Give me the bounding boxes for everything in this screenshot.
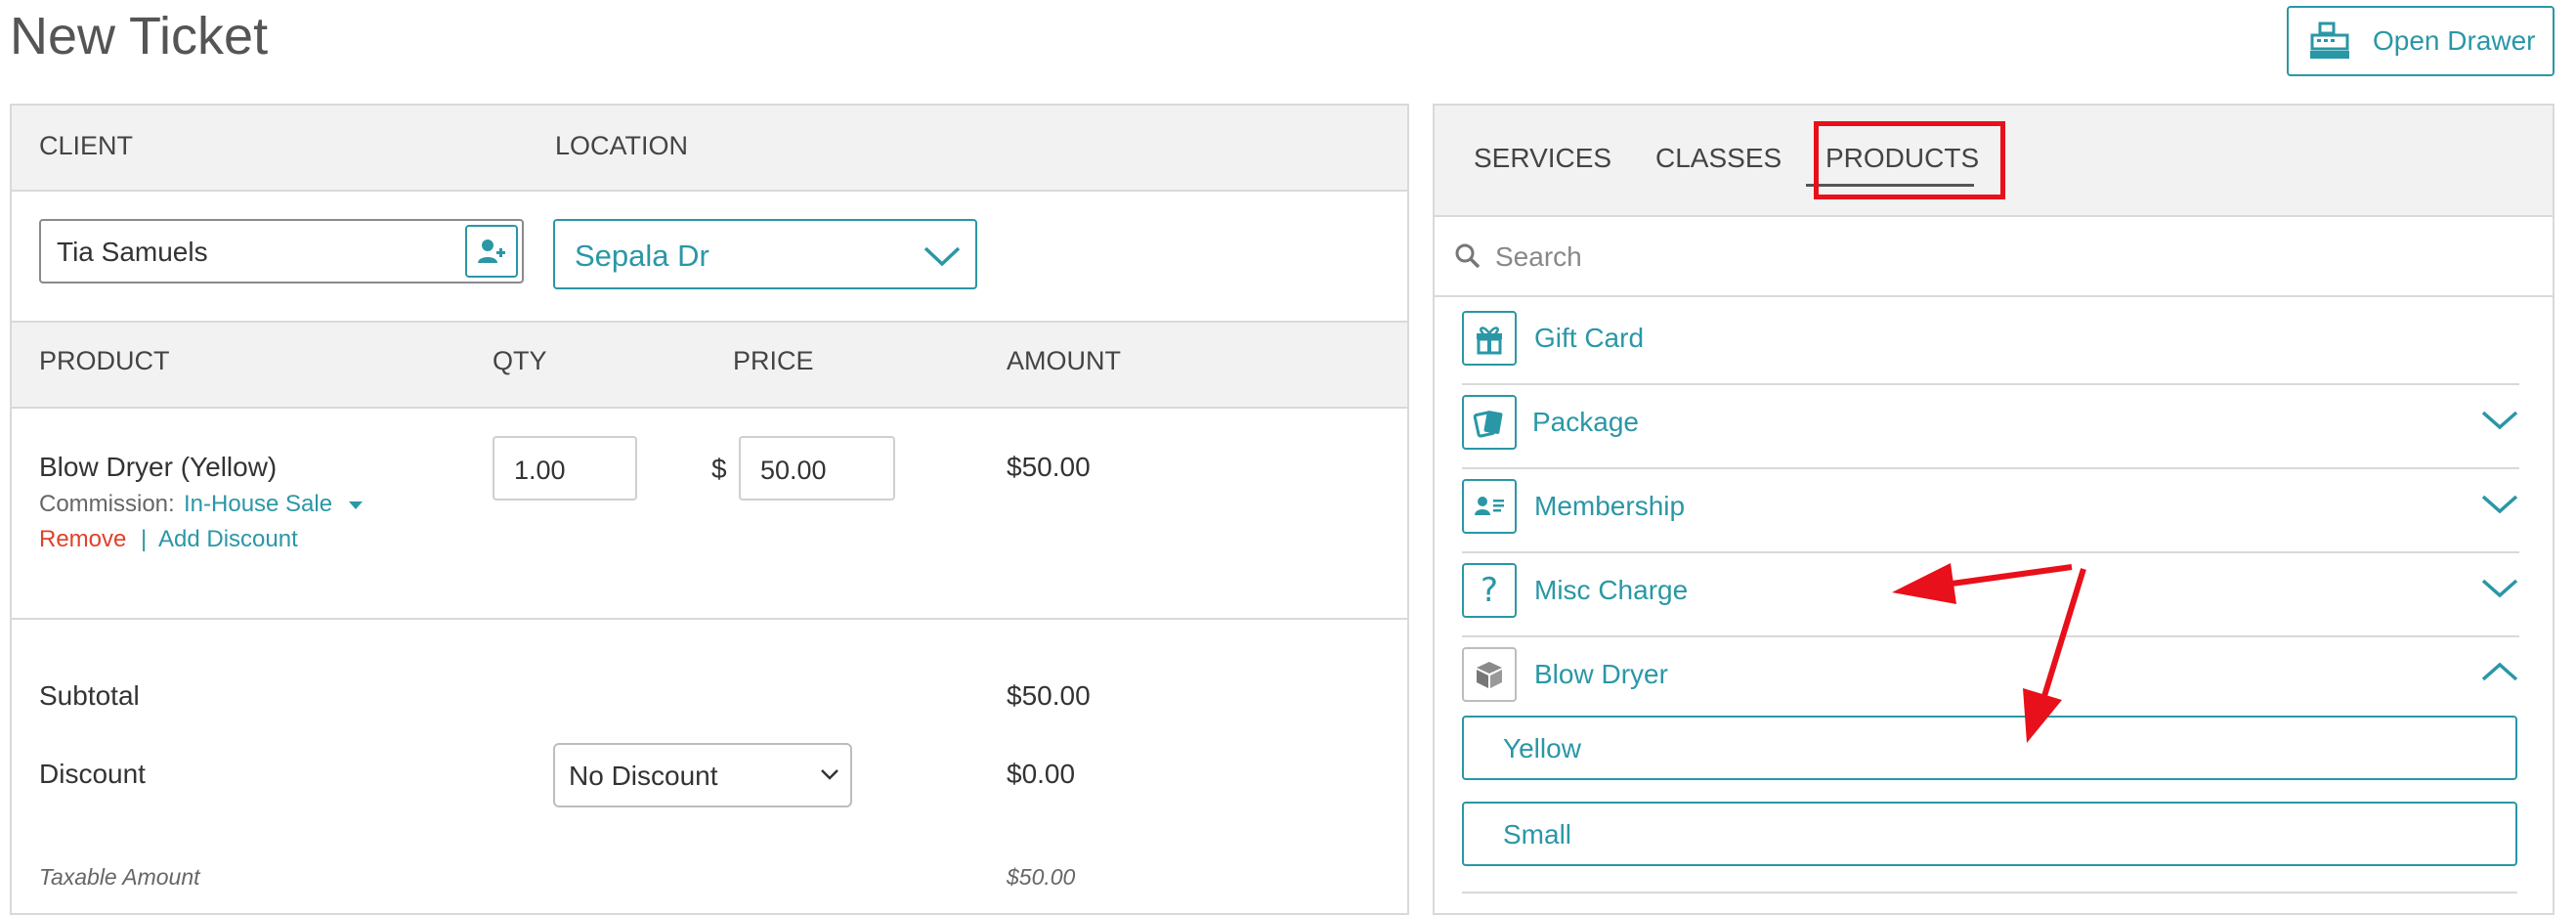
- question-mark-icon: ?: [1462, 563, 1517, 618]
- category-membership[interactable]: Membership: [1462, 467, 2519, 553]
- location-header: LOCATION: [555, 131, 689, 160]
- variant-label: Small: [1503, 819, 1572, 850]
- qty-input[interactable]: 1.00: [493, 436, 637, 501]
- commission-dropdown[interactable]: In-House Sale: [184, 491, 365, 518]
- category-label: Package: [1532, 407, 1639, 437]
- client-field[interactable]: Tia Samuels: [39, 219, 524, 283]
- search-input[interactable]: [1493, 237, 2377, 278]
- amount-header: AMOUNT: [1007, 346, 1121, 375]
- category-gift-card[interactable]: Gift Card: [1462, 299, 2519, 385]
- qty-header: QTY: [493, 346, 547, 375]
- client-header: CLIENT: [39, 131, 134, 160]
- discount-label: Discount: [39, 759, 146, 789]
- discount-value: $0.00: [1007, 759, 1076, 789]
- product-header: PRODUCT: [39, 346, 170, 375]
- currency-symbol: $: [711, 454, 727, 484]
- category-label: Blow Dryer: [1534, 659, 1668, 689]
- search-bar: [1435, 217, 2553, 297]
- divider: [12, 618, 1407, 620]
- cash-register-icon: [2310, 22, 2349, 59]
- chevron-up-icon: [2481, 662, 2518, 681]
- line-item-name: Blow Dryer (Yellow): [39, 452, 278, 482]
- line-items-header: PRODUCT QTY PRICE AMOUNT: [12, 321, 1407, 409]
- location-value: Sepala Dr: [575, 239, 709, 273]
- package-icon: [1462, 395, 1517, 450]
- taxable-label: Taxable Amount: [39, 864, 200, 890]
- caret-down-icon: [348, 501, 363, 509]
- tab-services[interactable]: SERVICES: [1474, 143, 1611, 174]
- category-blow-dryer[interactable]: Blow Dryer: [1462, 635, 2519, 719]
- gift-icon: [1462, 311, 1517, 366]
- catalog-panel: SERVICES CLASSES PRODUCTS Gift Card: [1433, 104, 2555, 915]
- subtotal-value: $50.00: [1007, 680, 1091, 711]
- commission-value: In-House Sale: [184, 491, 333, 517]
- subtotal-label: Subtotal: [39, 680, 140, 711]
- open-drawer-label: Open Drawer: [2373, 25, 2536, 56]
- product-box-icon: [1462, 647, 1517, 702]
- variant-label: Yellow: [1503, 733, 1581, 763]
- membership-card-icon: [1462, 479, 1517, 534]
- annotation-highlight-box: [1814, 121, 2005, 199]
- link-separator: |: [141, 526, 148, 552]
- chevron-down-icon: [821, 769, 838, 780]
- category-label: Gift Card: [1534, 323, 1645, 353]
- remove-link[interactable]: Remove: [39, 526, 126, 553]
- variant-small-button[interactable]: Small: [1462, 802, 2517, 866]
- client-location-header: CLIENT LOCATION: [12, 106, 1407, 192]
- search-icon: [1455, 243, 1481, 269]
- category-label: Membership: [1534, 491, 1686, 521]
- line-item-amount: $50.00: [1007, 452, 1091, 482]
- chevron-down-icon: [923, 246, 961, 267]
- price-input[interactable]: 50.00: [739, 436, 895, 501]
- taxable-value: $50.00: [1007, 864, 1076, 890]
- page-title: New Ticket: [10, 7, 269, 65]
- ticket-panel: CLIENT LOCATION Tia Samuels Sepala Dr PR…: [10, 104, 1409, 915]
- category-label: Misc Charge: [1534, 575, 1689, 605]
- client-value: Tia Samuels: [57, 237, 208, 267]
- category-misc-charge[interactable]: ? Misc Charge: [1462, 551, 2519, 637]
- add-person-icon: [478, 240, 505, 263]
- open-drawer-button[interactable]: Open Drawer: [2287, 6, 2555, 76]
- chevron-down-icon: [2481, 579, 2518, 598]
- discount-select[interactable]: No Discount: [553, 743, 852, 807]
- commission-label: Commission:: [39, 491, 175, 517]
- location-select[interactable]: Sepala Dr: [553, 219, 977, 289]
- add-discount-link[interactable]: Add Discount: [158, 526, 298, 553]
- category-package[interactable]: Package: [1462, 383, 2519, 469]
- discount-select-value: No Discount: [569, 761, 718, 791]
- price-value: 50.00: [760, 456, 827, 485]
- chevron-down-icon: [2481, 495, 2518, 514]
- tab-classes[interactable]: CLASSES: [1655, 143, 1782, 174]
- qty-value: 1.00: [514, 456, 566, 485]
- catalog-tabs: SERVICES CLASSES PRODUCTS: [1435, 106, 2553, 217]
- variant-yellow-button[interactable]: Yellow: [1462, 716, 2517, 780]
- price-header: PRICE: [733, 346, 814, 375]
- add-client-button[interactable]: [465, 225, 518, 278]
- chevron-down-icon: [2481, 411, 2518, 430]
